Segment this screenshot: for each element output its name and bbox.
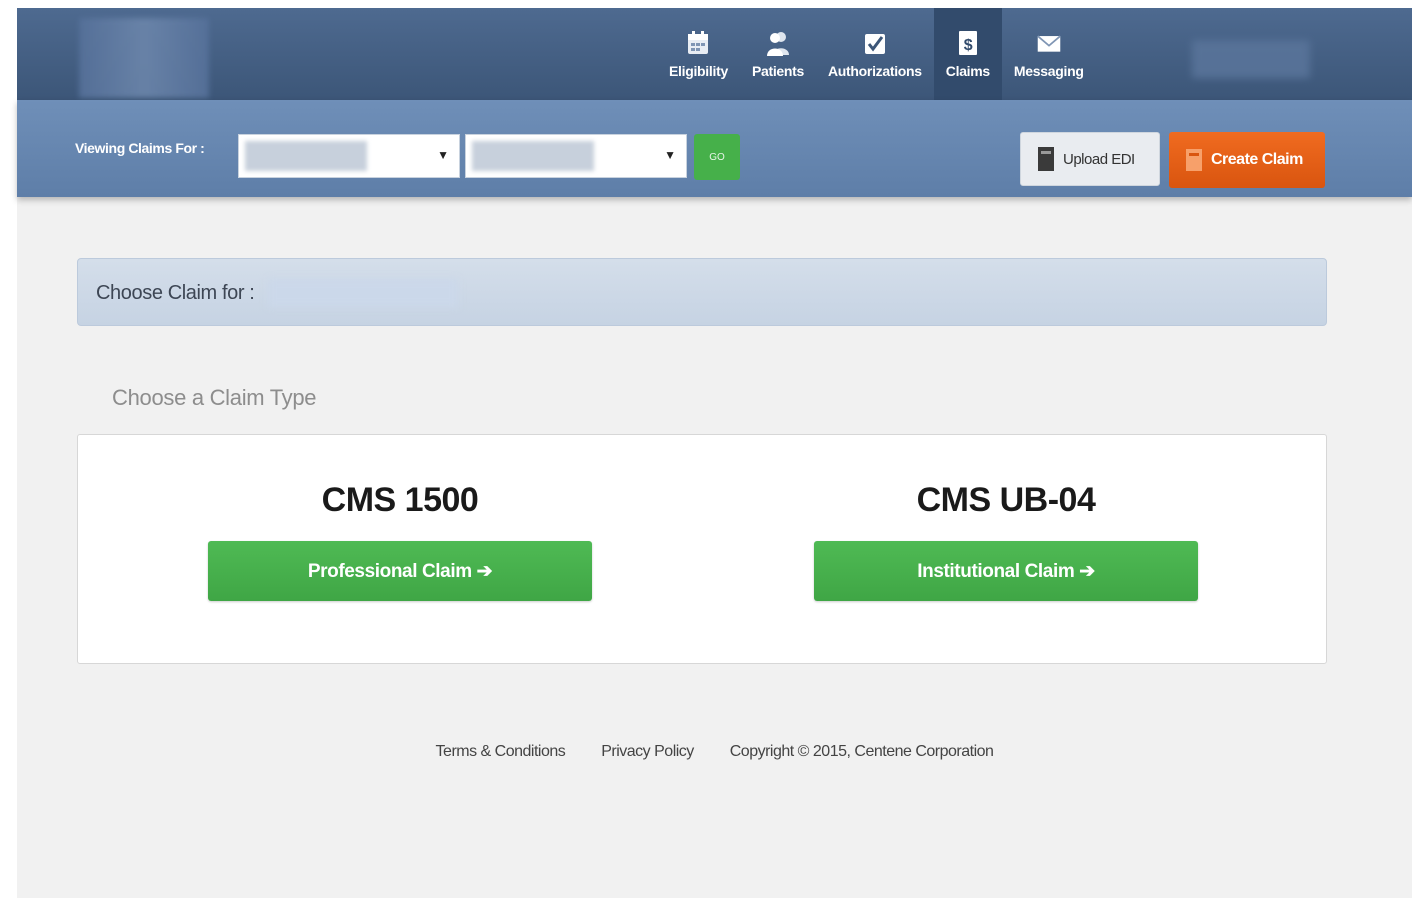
nav-label-authorizations: Authorizations xyxy=(828,63,922,79)
location-select[interactable]: ▼ xyxy=(465,134,687,178)
calendar-icon xyxy=(688,31,709,54)
app-frame: Eligibility Patients Authorizations $ Cl… xyxy=(17,8,1412,898)
logo[interactable] xyxy=(79,18,209,98)
claim-type-card: CMS 1500 Professional Claim ➔ CMS UB-04 … xyxy=(77,434,1327,664)
users-icon xyxy=(766,32,789,56)
go-button[interactable]: GO xyxy=(694,134,740,180)
choose-claim-panel: Choose Claim for : xyxy=(77,258,1327,326)
institutional-claim-button[interactable]: Institutional Claim ➔ xyxy=(814,541,1198,601)
nav-label-patients: Patients xyxy=(751,63,804,79)
nav-item-claims[interactable]: $ Claims xyxy=(933,8,1002,100)
caret-down-icon: ▼ xyxy=(664,148,676,162)
cms-ub04-title: CMS UB-04 xyxy=(916,481,1096,519)
nav-item-authorizations[interactable]: Authorizations xyxy=(816,8,934,100)
footer: Terms & Conditions Privacy Policy Copyri… xyxy=(17,743,1412,761)
professional-claim-button[interactable]: Professional Claim ➔ xyxy=(208,541,592,601)
viewing-claims-label: Viewing Claims For : xyxy=(75,140,205,156)
terms-link[interactable]: Terms & Conditions xyxy=(436,743,566,760)
nav-label-messaging: Messaging xyxy=(1013,63,1084,79)
provider-select[interactable]: ▼ xyxy=(238,134,460,178)
dollar-document-icon: $ xyxy=(958,31,977,55)
upload-edi-button[interactable]: Upload EDI xyxy=(1020,132,1160,186)
nav-label-eligibility: Eligibility xyxy=(669,63,728,79)
provider-select-value xyxy=(245,141,367,171)
nav-item-messaging[interactable]: Messaging xyxy=(1002,8,1096,100)
nav-item-eligibility[interactable]: Eligibility xyxy=(657,8,740,100)
member-name xyxy=(268,279,458,307)
caret-down-icon: ▼ xyxy=(437,148,449,162)
main-nav: Eligibility Patients Authorizations $ Cl… xyxy=(657,8,1096,100)
user-menu[interactable] xyxy=(1192,40,1310,78)
privacy-link[interactable]: Privacy Policy xyxy=(601,743,694,760)
cms-1500-title: CMS 1500 xyxy=(321,481,479,519)
file-upload-icon xyxy=(1038,147,1054,171)
envelope-icon xyxy=(1036,35,1061,52)
top-navigation-bar: Eligibility Patients Authorizations $ Cl… xyxy=(17,8,1412,101)
upload-edi-label: Upload EDI xyxy=(1063,150,1135,168)
document-icon xyxy=(1186,149,1202,171)
create-claim-label: Create Claim xyxy=(1211,151,1303,168)
choose-claim-label: Choose Claim for : xyxy=(96,282,255,304)
nav-item-patients[interactable]: Patients xyxy=(740,8,816,100)
create-claim-button[interactable]: Create Claim xyxy=(1169,132,1325,188)
copyright-text: Copyright © 2015, Centene Corporation xyxy=(729,743,994,760)
checkbox-icon xyxy=(864,34,885,54)
location-select-value xyxy=(472,141,594,171)
svg-text:$: $ xyxy=(964,37,973,54)
claims-toolbar: Viewing Claims For : ▼ ▼ GO Upload EDI C… xyxy=(17,100,1412,197)
nav-label-claims: Claims xyxy=(945,63,990,79)
claim-type-heading: Choose a Claim Type xyxy=(112,385,317,410)
